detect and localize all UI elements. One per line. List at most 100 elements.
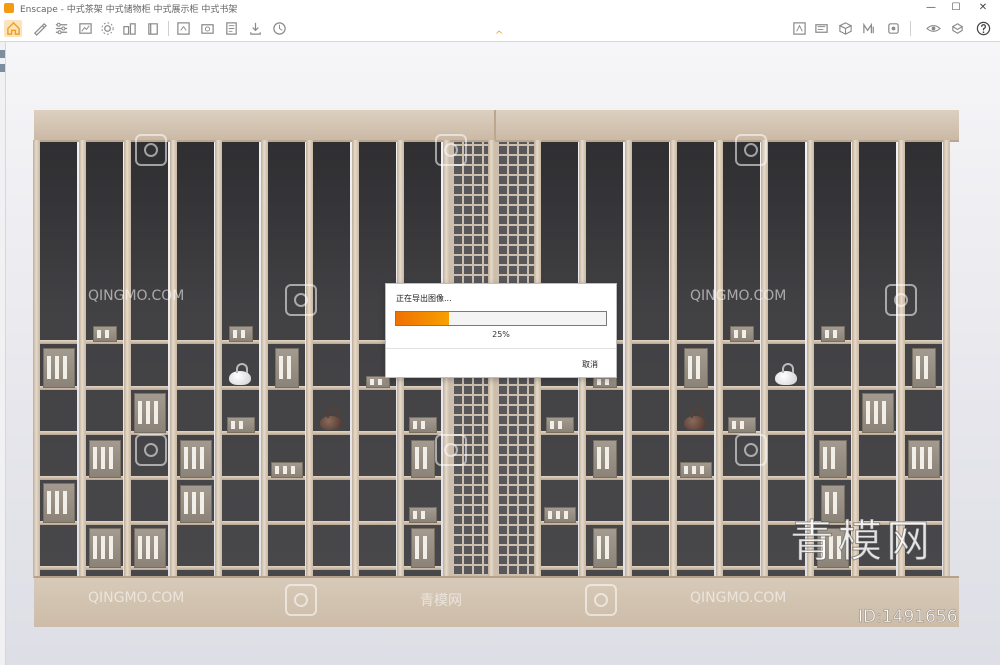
shelf-board [721,566,760,570]
shelf-board [721,386,760,390]
cabinet-post [943,140,950,578]
capture-icon[interactable] [836,20,854,37]
material-icon[interactable] [884,20,902,37]
storage-box [229,326,253,342]
close-button[interactable]: ✕ [972,1,994,15]
left-panel-strip [0,42,6,665]
watermark-logo-icon [435,134,467,166]
cabinet-crown [34,110,959,142]
shelf-board [312,431,350,435]
export-progress-dialog: 正在导出图像... 25% 取消 [385,283,617,378]
home-icon[interactable] [4,20,22,37]
storage-box [274,348,299,388]
shelf-board [266,340,305,344]
visual-settings-icon[interactable] [860,20,878,37]
cabinet-bay [84,142,123,576]
presentation-icon[interactable] [790,20,808,37]
asset-library-icon[interactable] [120,20,138,37]
shelf-board [539,476,578,480]
toolbar-divider [910,21,911,36]
shelf-board [84,521,123,525]
screenshot-icon[interactable] [198,20,216,37]
shelf-board [221,386,259,390]
pen-icon[interactable] [30,20,48,37]
cabinet-post [715,140,723,578]
shelf-board [39,476,77,480]
shelf-board [357,521,396,525]
cabinet-post [124,140,131,578]
watermark-logo-icon [285,284,317,316]
storage-box [409,417,437,433]
storage-box [545,417,574,433]
watermark-text: QINGMO.COM [690,288,787,304]
shelf-board [312,476,350,480]
shelf-board [175,340,214,344]
help-icon[interactable] [974,20,992,37]
cabinet-post [215,140,222,578]
shelf-board [630,521,669,525]
shelf-board [403,386,441,390]
shelf-board [676,340,714,344]
batch-render-icon[interactable] [222,20,240,37]
manage-icon[interactable] [270,20,288,37]
storage-box [270,462,303,478]
storage-box [88,440,121,478]
views-icon[interactable] [812,20,830,37]
vr-icon[interactable] [924,20,942,37]
shelf-board [585,431,623,435]
cancel-button[interactable]: 取消 [582,359,598,370]
shelf-board [266,431,305,435]
cabinet-bay [221,142,259,576]
dialog-title: 正在导出图像... [396,294,452,303]
shelf-board [221,566,259,570]
export-icon[interactable] [246,20,264,37]
shelf-board [858,340,896,344]
shelf-board [357,566,396,570]
shelf-board [175,566,214,570]
storage-box [684,348,708,388]
cabinet-post [670,140,677,578]
watermark-logo-icon [735,134,767,166]
minimize-button[interactable]: — [920,1,942,15]
shelf-board [721,521,760,525]
cabinet-post [306,140,313,578]
shelf-board [312,521,350,525]
shelf-board [858,386,896,390]
storage-box [593,528,617,568]
progress-bar [395,311,607,326]
shelf-board [812,431,851,435]
cabinet-post [351,140,359,578]
shelf-board [858,476,896,480]
shelf-board [539,386,578,390]
drawing-icon[interactable] [76,20,94,37]
shelf-board [767,476,805,480]
book-icon[interactable] [144,20,162,37]
settings-icon[interactable] [98,20,116,37]
storage-box [862,393,894,433]
shelf-board [39,340,77,344]
shelf-board [721,476,760,480]
storage-box [820,326,845,342]
storage-box [911,348,936,388]
shelf-board [39,566,77,570]
info-icon[interactable] [948,20,966,37]
sliders-icon[interactable] [52,20,70,37]
teapot-icon [775,363,797,385]
shelf-board [130,476,168,480]
maximize-button[interactable]: ☐ [945,1,967,15]
upload-icon[interactable] [174,20,192,37]
shelf-board [175,431,214,435]
watermark-big-text: 青模网 [790,516,934,568]
storage-box [179,440,212,478]
shelf-board [84,431,123,435]
window-title: Enscape - 中式茶架 中式储物柜 中式展示柜 中式书架 [20,5,238,15]
shelf-board [84,386,123,390]
storage-box [409,507,437,523]
storage-box [227,417,255,433]
collapse-toolbar-icon[interactable]: ^ [495,31,503,41]
shelf-board [676,521,714,525]
cabinet-bay [312,142,350,576]
shelf-board [630,340,669,344]
shelf-board [266,521,305,525]
storage-box [727,417,756,433]
